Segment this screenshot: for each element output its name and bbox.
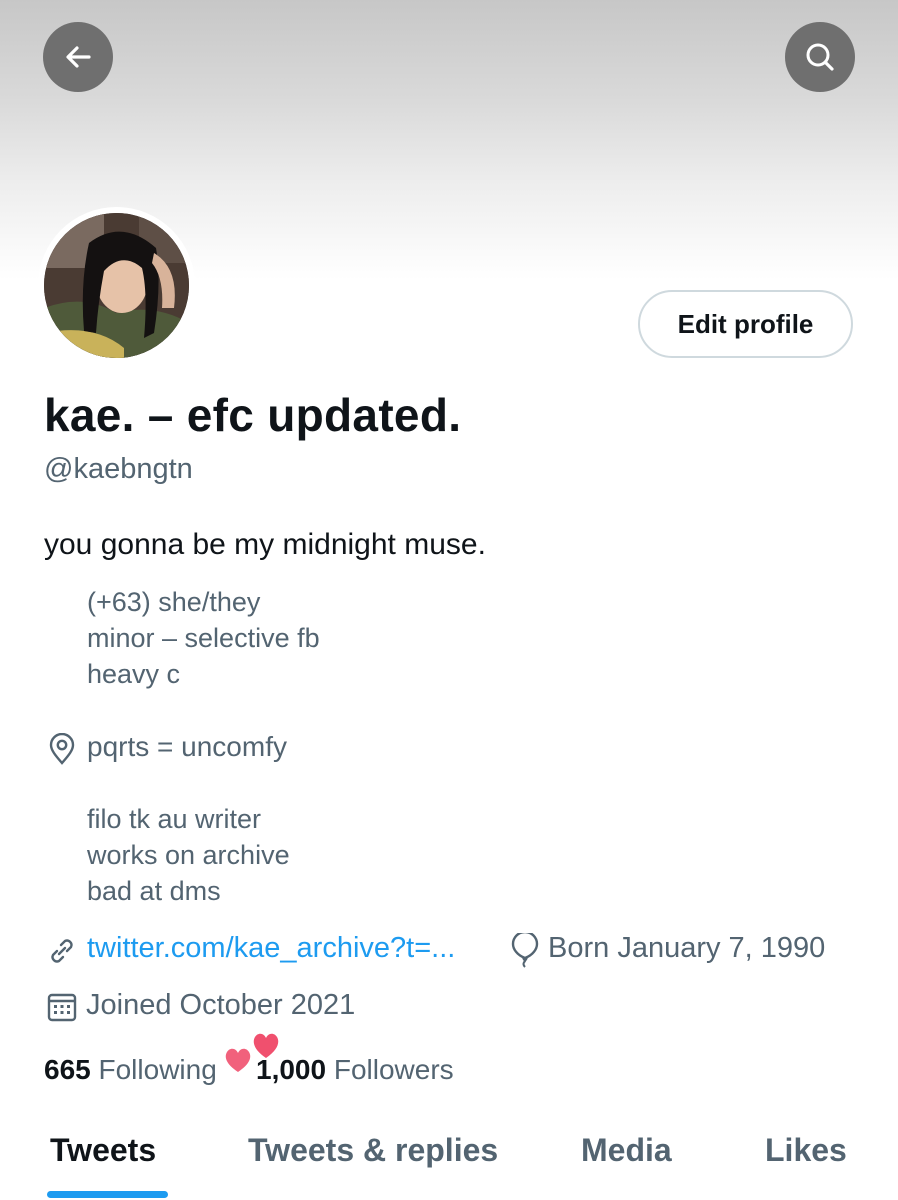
following-link[interactable]: 665 Following (44, 1054, 217, 1086)
search-icon (806, 43, 834, 71)
bio-main: you gonna be my midnight muse. (44, 528, 486, 561)
user-handle: @kaebngtn (44, 453, 193, 485)
active-tab-indicator (47, 1191, 168, 1198)
arrow-left-icon (66, 46, 91, 68)
bio-line: minor – selective fb (87, 623, 320, 653)
followers-label: Followers (333, 1054, 454, 1085)
hearts-sticker-icon (225, 1033, 279, 1072)
edit-profile-button[interactable]: Edit profile (638, 290, 853, 358)
avatar-image (44, 213, 189, 358)
display-name: kae. – efc updated. (44, 389, 462, 441)
tab-tweets-and-replies[interactable]: Tweets & replies (248, 1132, 498, 1169)
search-button[interactable] (785, 22, 855, 92)
back-button[interactable] (43, 22, 113, 92)
tab-likes[interactable]: Likes (765, 1132, 847, 1169)
location-text: pqrts = uncomfy (87, 731, 287, 762)
following-label: Following (98, 1054, 217, 1085)
avatar[interactable] (38, 207, 195, 364)
calendar-icon (47, 993, 77, 1022)
bio-line: (+63) she/they (87, 587, 261, 617)
website-link[interactable]: twitter.com/kae_archive?t=... (87, 932, 455, 965)
following-count: 665 (44, 1054, 91, 1085)
bio-line: bad at dms (87, 876, 221, 906)
bio-line: works on archive (87, 840, 290, 870)
birthdate: Born January 7, 1990 (548, 932, 826, 964)
link-icon (51, 939, 73, 963)
location-icon (49, 733, 75, 765)
bio-line: filo tk au writer (87, 804, 262, 834)
bio-line: heavy c (87, 659, 181, 689)
tab-tweets[interactable]: Tweets (50, 1132, 156, 1169)
joined-date: Joined October 2021 (86, 989, 356, 1021)
tab-media[interactable]: Media (581, 1132, 672, 1169)
balloon-icon (511, 933, 539, 968)
